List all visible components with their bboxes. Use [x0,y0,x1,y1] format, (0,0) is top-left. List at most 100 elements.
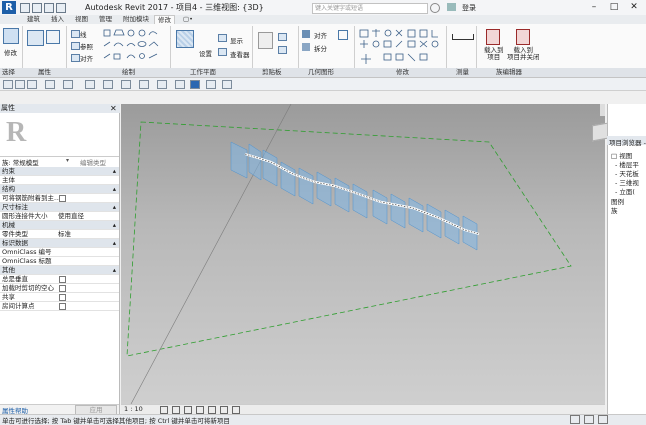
save-icon[interactable] [32,3,42,13]
collapse-icon[interactable]: ▴ [113,221,116,229]
navigation-bar[interactable] [600,104,605,116]
paint-icon[interactable] [338,30,348,40]
property-row[interactable]: OmniClass 标题 [0,257,119,266]
crop-view-icon[interactable] [208,406,216,414]
draw-line-label[interactable]: 线 [80,29,87,39]
line-icon[interactable] [71,30,80,38]
collapse-icon[interactable]: ▴ [113,266,116,274]
set-workplane-icon[interactable] [176,30,194,48]
minimize-button[interactable]: – [584,1,604,13]
print-icon[interactable] [85,80,95,89]
browser-item-elevations[interactable]: - 立面( [615,186,635,196]
switch-windows-icon[interactable] [222,80,232,89]
viewcube-icon[interactable] [592,122,608,142]
sun-path-icon[interactable] [184,406,192,414]
save-icon[interactable] [15,80,25,89]
thin-lines-icon[interactable] [190,80,200,89]
search-input[interactable]: 键入关键字或短语 [312,3,428,14]
browser-item-families[interactable]: 族 [611,205,618,215]
load-into-project-icon[interactable] [486,29,500,45]
redo-icon[interactable] [63,80,73,89]
viewer-label[interactable]: 查看器 [230,49,250,59]
select-links-icon[interactable] [584,415,594,424]
view-scale[interactable]: 1 : 10 [124,405,143,413]
property-row[interactable]: 可将钢筋附着到主... [0,194,119,203]
modify-button-label[interactable]: 修改 [4,47,17,57]
property-checkbox[interactable] [59,285,66,292]
3d-view-icon[interactable] [157,80,167,89]
property-row[interactable]: 零件类型 标准 [0,230,119,239]
property-value[interactable]: 标准 [58,230,71,238]
collapse-icon[interactable]: ▴ [113,167,116,175]
collapse-icon[interactable]: ▴ [113,203,116,211]
property-row[interactable]: 圆形连接件大小 使用直径 [0,212,119,221]
tab-insert[interactable]: 插入 [48,15,67,24]
filter-icon[interactable] [570,415,580,424]
set-label[interactable]: 设置 [199,48,212,58]
property-row[interactable]: 房间计算点 [0,302,119,311]
close-windows-icon[interactable] [206,80,216,89]
property-category[interactable]: 标识数据 ▴ [0,239,119,248]
property-checkbox[interactable] [59,195,66,202]
select-pinned-icon[interactable] [598,415,608,424]
draw-reference-label[interactable]: 参照 [80,41,93,51]
close-button[interactable]: ✕ [624,1,644,13]
cut-icon[interactable] [278,33,287,41]
detail-level-icon[interactable] [160,406,168,414]
swept-profiles[interactable] [230,141,478,251]
join-label[interactable]: 对齐 [314,30,327,40]
draw-align-label[interactable]: 对齐 [80,53,93,63]
undo-icon[interactable] [44,3,54,13]
split-face-label[interactable]: 拆分 [314,43,327,53]
cope-icon[interactable] [302,30,310,38]
redo-icon[interactable] [56,3,66,13]
property-row[interactable]: 总是垂直 [0,275,119,284]
property-category[interactable]: 尺寸标注 ▴ [0,203,119,212]
open-icon[interactable] [3,80,13,89]
tab-view[interactable]: 视图 [72,15,91,24]
edit-type-button[interactable]: 编辑类型 [80,157,106,167]
property-row[interactable]: OmniClass 编号 [0,248,119,257]
measure-icon[interactable] [103,80,113,89]
text-icon[interactable] [139,80,149,89]
tab-addins[interactable]: 附加模块 [120,15,152,24]
measure-icon[interactable] [452,34,474,40]
tab-architecture[interactable]: 建筑 [24,15,43,24]
type-properties-icon[interactable] [46,30,60,44]
modify-icon[interactable] [3,28,19,44]
reference-icon[interactable] [71,42,80,50]
load-and-close-label[interactable]: 载入到 项目并关闭 [507,47,540,61]
viewer-icon[interactable] [218,48,227,56]
sync-icon[interactable] [27,80,37,89]
property-checkbox[interactable] [59,303,66,310]
shadows-icon[interactable] [196,406,204,414]
properties-icon[interactable] [27,30,44,46]
sign-in-label[interactable]: 登录 [462,3,476,13]
collapse-icon[interactable]: ▴ [113,185,116,193]
tab-manage[interactable]: 管理 [96,15,115,24]
maximize-button[interactable]: □ [604,1,624,13]
panel-select[interactable]: 选择 [2,68,15,77]
modify-tools-icons[interactable] [358,28,440,66]
property-row[interactable]: 主体 [0,176,119,185]
type-selector[interactable]: 族: 常规模型 [2,157,39,167]
show-label[interactable]: 显示 [230,35,243,45]
close-icon[interactable]: ✕ [110,104,117,113]
property-row[interactable]: 共享 [0,293,119,302]
property-category[interactable]: 结构 ▴ [0,185,119,194]
property-category[interactable]: 约束 ▴ [0,167,119,176]
property-category[interactable]: 机械 ▴ [0,221,119,230]
section-icon[interactable] [175,80,185,89]
load-into-project-label[interactable]: 载入到 项目 [484,47,504,61]
lock-view-icon[interactable] [232,406,240,414]
paste-icon[interactable] [258,32,273,49]
open-icon[interactable] [20,3,30,13]
join-icon[interactable] [302,43,310,51]
visual-style-icon[interactable] [172,406,180,414]
property-checkbox[interactable] [59,294,66,301]
property-row[interactable]: 加载时剪切的空心 [0,284,119,293]
draw-tools-icons[interactable] [102,28,162,64]
search-icon[interactable] [430,3,440,13]
undo-icon[interactable] [45,80,55,89]
collapse-icon[interactable]: ▴ [113,239,116,247]
